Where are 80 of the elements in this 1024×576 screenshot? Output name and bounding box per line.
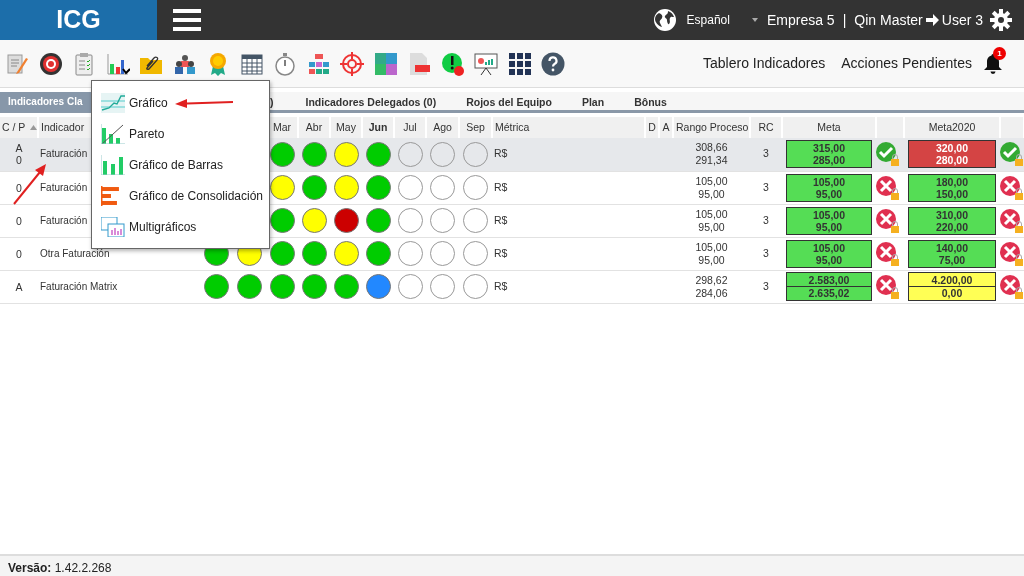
indicator-name[interactable]: Faturación bbox=[40, 181, 88, 193]
bar-chart-icon bbox=[101, 154, 125, 175]
rc-text: 3 bbox=[763, 246, 769, 259]
rc-text: 3 bbox=[763, 213, 769, 226]
indicator-name[interactable]: Otra Faturación bbox=[40, 247, 110, 259]
org-chart-icon[interactable] bbox=[306, 51, 331, 76]
tab[interactable]: Plan bbox=[573, 92, 613, 112]
goal-values: 180,00 150,00 bbox=[908, 173, 996, 202]
indicator-name[interactable]: Faturación Matrix bbox=[40, 280, 118, 292]
metric-text: R$ bbox=[494, 180, 508, 193]
pareto-chart-icon bbox=[101, 123, 125, 144]
cp-text: 0 bbox=[15, 214, 23, 227]
indicator-name[interactable]: Faturación bbox=[40, 214, 88, 226]
rc-text: 3 bbox=[763, 279, 769, 292]
settings-icon[interactable] bbox=[990, 9, 1012, 31]
cp-text: 0 bbox=[15, 181, 23, 194]
presentation-icon[interactable] bbox=[474, 51, 498, 76]
caret-icon[interactable] bbox=[751, 18, 758, 22]
tab[interactable]: Indicadores Delegados (0) bbox=[297, 92, 445, 112]
tab[interactable]: Rojos del Equipo bbox=[458, 92, 560, 112]
dashboard-link[interactable]: Tablero Indicadores bbox=[703, 53, 826, 74]
help-icon[interactable] bbox=[541, 51, 565, 76]
goal-values: 4.200,00 0,00 bbox=[908, 272, 996, 301]
arrow-icon bbox=[925, 14, 939, 26]
range-text: 105,00 95,00 bbox=[694, 240, 729, 267]
metric-text: R$ bbox=[494, 147, 508, 160]
metric-text: R$ bbox=[494, 213, 508, 226]
column-header[interactable]: Métrica bbox=[495, 120, 530, 133]
goal-values: 315,00 285,00 bbox=[786, 140, 872, 169]
notification-badge: 1 bbox=[993, 46, 1006, 60]
version-text: Versão: 1.42.2.268 bbox=[0, 554, 1024, 576]
goal-values: 320,00 280,00 bbox=[908, 140, 996, 169]
pdf-file-icon[interactable] bbox=[407, 51, 431, 76]
cp-text: 0 bbox=[15, 247, 23, 260]
language-selector[interactable]: Español bbox=[686, 11, 730, 29]
user-name[interactable]: User 3 bbox=[941, 9, 983, 31]
bar-chart-icon[interactable] bbox=[105, 51, 130, 76]
apps-grid-icon[interactable] bbox=[507, 51, 532, 76]
calendar-icon[interactable] bbox=[239, 51, 264, 76]
indicator-name[interactable]: Faturación bbox=[40, 148, 88, 160]
goal-values: 105,00 95,00 bbox=[786, 206, 872, 235]
alert-off-icon[interactable] bbox=[440, 51, 465, 76]
logo[interactable]: ICG bbox=[0, 0, 157, 40]
menu-item[interactable]: Multigráficos bbox=[92, 211, 269, 242]
menu-item[interactable]: Pareto bbox=[92, 118, 269, 149]
checklist-icon[interactable] bbox=[72, 51, 96, 76]
cp-text: A bbox=[14, 280, 24, 293]
goal-values: 105,00 95,00 bbox=[786, 173, 872, 202]
line-chart-icon bbox=[101, 92, 125, 113]
range-text: 105,00 95,00 bbox=[694, 207, 729, 234]
crosshair-icon[interactable] bbox=[340, 51, 364, 76]
range-text: 298,62 284,06 bbox=[694, 273, 729, 300]
goal-values: 2.583,00 2.635,02 bbox=[786, 272, 872, 301]
rc-text: 3 bbox=[763, 180, 769, 193]
range-text: 308,66 291,34 bbox=[694, 141, 729, 168]
menu-icon[interactable] bbox=[173, 9, 201, 31]
multi-chart-icon bbox=[101, 216, 125, 237]
separator-text: | bbox=[842, 10, 847, 30]
user-name: Qin Master bbox=[854, 10, 923, 30]
menu-item[interactable]: Gráfico de Consolidación bbox=[92, 180, 269, 211]
goal-values: 140,00 75,00 bbox=[908, 239, 996, 268]
stopwatch-icon[interactable] bbox=[273, 51, 297, 76]
tab[interactable]: ) bbox=[266, 92, 278, 112]
goal-values: 310,00 220,00 bbox=[908, 206, 996, 235]
column-header[interactable]: Meta bbox=[817, 120, 841, 133]
annotation-arrow bbox=[175, 98, 233, 108]
metric-text: R$ bbox=[494, 246, 508, 259]
cp-text: A 0 bbox=[14, 142, 24, 167]
goal-values: 105,00 95,00 bbox=[786, 239, 872, 268]
pending-actions-link[interactable]: Acciones Pendientes bbox=[841, 53, 972, 74]
company-name[interactable]: Empresa 5 bbox=[766, 9, 835, 31]
target-icon[interactable] bbox=[38, 51, 63, 76]
globe-icon[interactable] bbox=[652, 8, 677, 32]
rc-text: 3 bbox=[763, 147, 769, 160]
column-header[interactable]: Indicador bbox=[41, 120, 85, 133]
edit-icon[interactable] bbox=[5, 51, 29, 76]
metric-text: R$ bbox=[494, 279, 508, 292]
menu-item[interactable]: Gráfico de Barras bbox=[92, 149, 269, 180]
tab[interactable]: Bônus bbox=[626, 92, 675, 112]
range-text: 105,00 95,00 bbox=[694, 174, 729, 201]
